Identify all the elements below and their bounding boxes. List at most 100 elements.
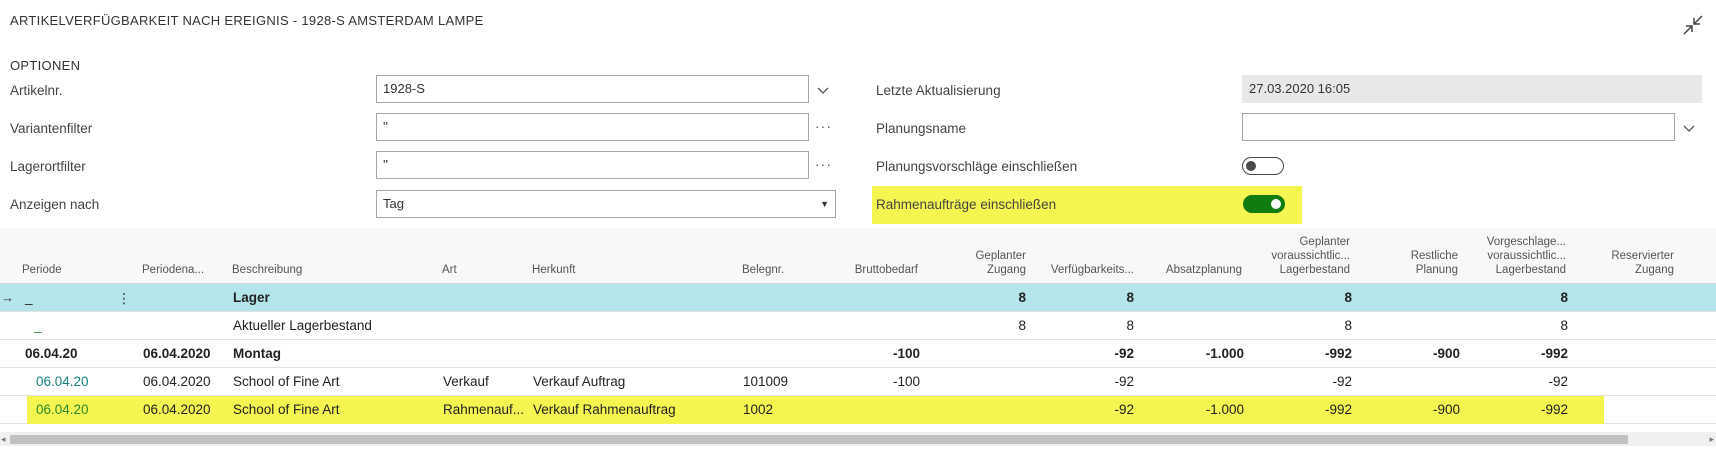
scroll-right-icon[interactable]: ▸	[1709, 432, 1714, 446]
last-updated-field: 27.03.2020 16:05	[1242, 75, 1702, 103]
toggle-knob	[1246, 160, 1256, 171]
variant-filter-more-icon[interactable]: ···	[815, 118, 832, 134]
row-menu-icon[interactable]: ⋮	[117, 284, 131, 312]
chevron-down-icon[interactable]	[1682, 122, 1696, 136]
collapse-icon[interactable]	[1682, 14, 1704, 36]
cell-herkunft: Verkauf Rahmenauftrag	[533, 402, 676, 417]
cell-geplanter-zugang: 8	[1018, 290, 1026, 305]
col-belegnr[interactable]: Belegnr.	[742, 263, 784, 277]
cell-periode[interactable]: _	[34, 312, 42, 340]
col-label-line: Lagerbestand	[1279, 264, 1350, 276]
include-blanket-label: Rahmenaufträge einschließen	[876, 197, 1057, 212]
last-updated-label: Letzte Aktualisierung	[876, 83, 1001, 98]
horizontal-scrollbar[interactable]: ◂ ▸	[0, 432, 1716, 446]
col-absatzplanung[interactable]: Absatzplanung	[1140, 263, 1242, 277]
cell-verfuegbarkeit: 8	[1126, 290, 1134, 305]
cell-vorgeschlagener-lagerbestand: 8	[1560, 290, 1568, 305]
cell-bruttobedarf: -100	[892, 346, 920, 361]
col-art[interactable]: Art	[442, 263, 457, 277]
location-filter-more-icon[interactable]: ···	[815, 156, 832, 172]
show-by-value: Tag	[383, 196, 404, 211]
cell-belegnr: 101009	[743, 374, 789, 389]
cell-periodenende: 06.04.2020	[143, 374, 211, 389]
table-row[interactable]: → _ ⋮ Lager 8 8 8 8	[0, 284, 1716, 312]
cell-geplanter-lagerbestand: 8	[1344, 290, 1352, 305]
cell-absatzplanung: -1.000	[1205, 346, 1244, 361]
cell-periodenende: 06.04.2020	[143, 346, 211, 361]
show-by-select[interactable]: Tag ▼	[376, 190, 836, 218]
scroll-left-icon[interactable]: ◂	[1, 432, 6, 446]
cell-periode: 06.04.20	[25, 346, 78, 361]
table-row[interactable]: _ Aktueller Lagerbestand 8 8 8 8	[0, 312, 1716, 340]
col-label-line: voraussichtlic...	[1271, 250, 1350, 262]
col-geplanter-lagerbestand[interactable]: Geplanter voraussichtlic... Lagerbestand	[1248, 235, 1350, 277]
planning-name-field[interactable]	[1242, 113, 1675, 141]
cell-art: Verkauf	[443, 374, 489, 389]
grid-header: Periode Periodena... Beschreibung Art He…	[0, 228, 1716, 284]
cell-vorgeschlagener-lagerbestand: -992	[1540, 346, 1568, 361]
col-bruttobedarf[interactable]: Bruttobedarf	[830, 263, 918, 277]
cell-periode[interactable]: 06.04.20	[36, 368, 89, 396]
cell-periode: _	[25, 290, 33, 305]
table-row[interactable]: 06.04.20 06.04.2020 School of Fine Art V…	[0, 368, 1716, 396]
location-filter-field[interactable]: ''	[376, 151, 809, 179]
cell-verfuegbarkeit: 8	[1126, 318, 1134, 333]
cell-geplanter-lagerbestand: 8	[1344, 318, 1352, 333]
section-title-options: OPTIONEN	[10, 58, 81, 73]
cell-absatzplanung: -1.000	[1205, 402, 1244, 417]
col-vorgeschlagener-lagerbestand[interactable]: Vorgeschlage... voraussichtlic... Lagerb…	[1462, 235, 1566, 277]
chevron-down-icon[interactable]	[816, 84, 830, 98]
cell-beschreibung: School of Fine Art	[233, 402, 340, 417]
col-label-line: Zugang	[1634, 264, 1674, 276]
scroll-thumb[interactable]	[10, 435, 1628, 444]
col-label-line: Vorgeschlage...	[1486, 236, 1566, 248]
page-title: ARTIKELVERFÜGBARKEIT NACH EREIGNIS - 192…	[10, 13, 484, 28]
col-label-line: voraussichtlic...	[1487, 250, 1566, 262]
col-label-line: Reservierter	[1611, 250, 1674, 262]
col-beschreibung[interactable]: Beschreibung	[232, 263, 302, 277]
cell-geplanter-lagerbestand: -992	[1324, 402, 1352, 417]
cell-periode[interactable]: 06.04.20	[36, 396, 89, 424]
cell-verfuegbarkeit: -92	[1114, 402, 1134, 417]
col-verfuegbarkeit[interactable]: Verfügbarkeits...	[1030, 263, 1134, 277]
include-planning-toggle[interactable]	[1242, 157, 1284, 175]
cell-vorgeschlagener-lagerbestand: -992	[1540, 402, 1568, 417]
cell-verfuegbarkeit: -92	[1114, 346, 1134, 361]
col-restliche-planung[interactable]: Restliche Planung	[1360, 249, 1458, 277]
col-geplanter-zugang[interactable]: Geplanter Zugang	[920, 249, 1026, 277]
col-label-line: Geplanter	[975, 250, 1026, 262]
include-planning-label: Planungsvorschläge einschließen	[876, 159, 1078, 174]
cell-geplanter-lagerbestand: -992	[1324, 346, 1352, 361]
cell-periodenende: 06.04.2020	[143, 402, 211, 417]
cell-verfuegbarkeit: -92	[1114, 374, 1134, 389]
cell-beschreibung: Montag	[233, 346, 281, 361]
cell-geplanter-lagerbestand: -92	[1332, 374, 1352, 389]
col-periodenende[interactable]: Periodena...	[142, 263, 204, 277]
col-label-line: Lagerbestand	[1495, 264, 1566, 276]
item-no-label: Artikelnr.	[10, 83, 63, 98]
show-by-label: Anzeigen nach	[10, 197, 100, 212]
table-row[interactable]: 06.04.20 06.04.2020 School of Fine Art R…	[0, 396, 1716, 424]
select-arrow-icon: ▼	[820, 199, 829, 209]
col-reservierter-zugang[interactable]: Reservierter Zugang	[1570, 249, 1674, 277]
cell-herkunft: Verkauf Auftrag	[533, 374, 626, 389]
include-blanket-toggle[interactable]	[1243, 195, 1285, 213]
toggle-knob	[1271, 198, 1281, 209]
cell-restliche-planung: -900	[1432, 346, 1460, 361]
cell-vorgeschlagener-lagerbestand: -92	[1548, 374, 1568, 389]
col-periode[interactable]: Periode	[22, 263, 62, 277]
variant-filter-field[interactable]: ''	[376, 113, 809, 141]
cell-beschreibung: Lager	[233, 290, 270, 305]
cell-art: Rahmenauf...	[443, 402, 525, 417]
table-row[interactable]: 06.04.20 06.04.2020 Montag -100 -92 -1.0…	[0, 340, 1716, 368]
location-filter-label: Lagerortfilter	[10, 159, 86, 174]
col-label-line: Restliche	[1410, 250, 1458, 262]
col-label-line: Zugang	[986, 264, 1026, 276]
col-herkunft[interactable]: Herkunft	[532, 263, 575, 277]
cell-bruttobedarf: -100	[892, 374, 920, 389]
col-label-line: Planung	[1415, 264, 1458, 276]
row-selected-arrow-icon: →	[1, 290, 14, 305]
item-no-field[interactable]: 1928-S	[376, 75, 809, 103]
cell-beschreibung: School of Fine Art	[233, 374, 340, 389]
cell-beschreibung: Aktueller Lagerbestand	[233, 318, 372, 333]
